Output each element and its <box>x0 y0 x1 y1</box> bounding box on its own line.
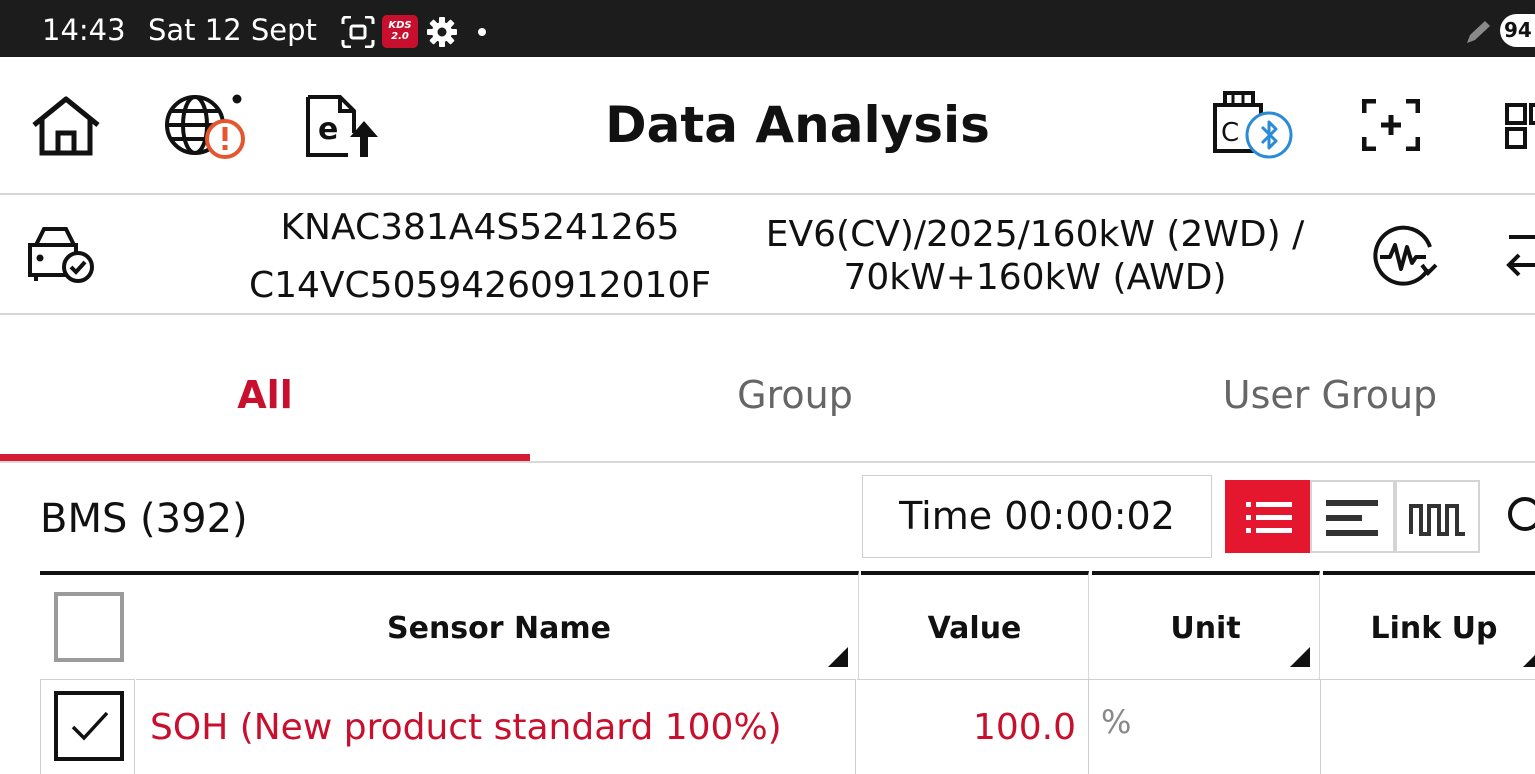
select-all-checkbox[interactable] <box>54 592 124 662</box>
tab-bar: All Group User Group <box>0 315 1535 463</box>
status-time: 14:43 <box>42 13 126 47</box>
sort-indicator-icon <box>1290 647 1310 667</box>
sensor-name-cell[interactable]: SOH (New product standard 100%) <box>136 679 856 774</box>
header-link-up[interactable]: Link Up <box>1323 571 1535 679</box>
status-bar: 14:43 Sat 12 Sept KDS 2.0 94 <box>0 0 1535 57</box>
notification-dot-icon <box>478 28 486 36</box>
col-sensor-name: Sensor Name <box>387 611 611 646</box>
col-unit: Unit <box>1170 611 1241 646</box>
vehicle-model-line2: 70kW+160kW (AWD) <box>843 257 1227 298</box>
vehicle-vin: KNAC381A4S5241265 <box>280 207 680 248</box>
page-title: Data Analysis <box>605 96 990 154</box>
col-value: Value <box>927 611 1022 646</box>
globe-alert-icon[interactable] <box>163 93 249 159</box>
bar-view-button[interactable] <box>1310 480 1395 553</box>
sensor-unit: % <box>1101 703 1132 741</box>
vehicle-model-line1: EV6(CV)/2025/160kW (2WD) / <box>765 214 1305 255</box>
list-view-button[interactable] <box>1225 480 1310 553</box>
sort-indicator-icon <box>1523 647 1535 667</box>
e-upload-icon[interactable]: e <box>304 93 380 159</box>
screenshot-icon <box>341 16 375 48</box>
pen-icon <box>1467 21 1490 43</box>
graph-view-icon <box>1409 504 1465 536</box>
kds-badge-line2: 2.0 <box>391 31 409 42</box>
list-view-icon <box>1246 502 1292 533</box>
module-label: BMS (392) <box>40 496 248 542</box>
sensor-unit-cell: % <box>1089 679 1321 774</box>
recording-time: Time 00:00:02 <box>862 475 1212 558</box>
search-icon[interactable] <box>1505 494 1535 538</box>
graph-view-button[interactable] <box>1395 480 1480 553</box>
qr-grid-icon[interactable] <box>1505 103 1535 149</box>
sort-indicator-icon <box>828 647 848 667</box>
row-checkbox[interactable] <box>54 691 124 761</box>
sensor-value-cell: 100.0 <box>857 679 1089 774</box>
tab-all[interactable]: All <box>0 370 530 420</box>
tab-group[interactable]: Group <box>530 370 1060 420</box>
sensor-link-up-cell <box>1321 679 1535 774</box>
col-link-up: Link Up <box>1370 611 1498 646</box>
kds-app-icon: KDS 2.0 <box>382 15 418 48</box>
bar-view-icon <box>1326 500 1378 536</box>
scan-add-icon[interactable] <box>1362 99 1420 151</box>
status-date: Sat 12 Sept <box>148 13 317 47</box>
waveform-refresh-icon[interactable] <box>1370 225 1438 287</box>
table-row[interactable] <box>40 679 135 774</box>
header-unit[interactable]: Unit <box>1092 571 1320 679</box>
tab-user-group[interactable]: User Group <box>1060 370 1535 420</box>
sensor-table: Sensor Name Value Unit Link Up SOH (New … <box>40 571 1535 774</box>
sensor-name: SOH (New product standard 100%) <box>150 707 782 748</box>
battery-level: 94 <box>1504 18 1532 42</box>
header-value[interactable]: Value <box>861 571 1089 679</box>
active-tab-indicator <box>0 454 530 461</box>
sensor-value: 100.0 <box>972 707 1076 748</box>
svg-text:C: C <box>1221 118 1239 148</box>
app-header: e Data Analysis C <box>0 57 1535 195</box>
header-sensor-name[interactable]: Sensor Name <box>40 571 859 679</box>
vci-serial: C14VC50594260912010F <box>248 265 712 306</box>
vci-bluetooth-icon[interactable]: C <box>1211 91 1295 161</box>
vehicle-check-icon[interactable] <box>26 225 96 283</box>
home-icon[interactable] <box>30 95 102 157</box>
vehicle-info-bar: KNAC381A4S5241265 C14VC50594260912010F E… <box>0 195 1535 315</box>
settings-gear-icon <box>427 17 457 47</box>
svg-text:e: e <box>318 112 338 147</box>
battery-icon: 94 <box>1500 14 1535 47</box>
kds-badge-line1: KDS <box>388 20 412 31</box>
checkmark-icon <box>71 711 109 741</box>
switch-arrows-icon[interactable] <box>1505 231 1535 281</box>
